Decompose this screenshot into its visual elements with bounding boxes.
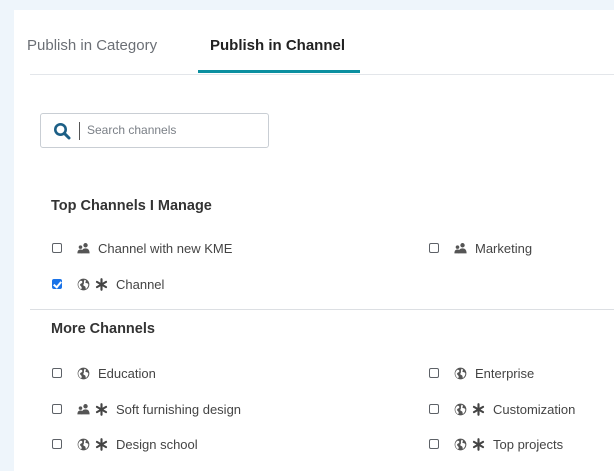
tab-publish-in-channel[interactable]: Publish in Channel (210, 36, 345, 56)
globe-icon (77, 438, 90, 451)
section-title-top-channels: Top Channels I Manage (51, 198, 212, 214)
asterisk-icon (472, 403, 485, 416)
channel-label: Marketing (475, 240, 533, 256)
checkbox[interactable] (429, 404, 439, 414)
channel-option-channel-with-new-kme[interactable]: Channel with new KME (52, 239, 232, 257)
group-icon (77, 403, 90, 416)
active-tab-indicator (198, 70, 360, 73)
asterisk-icon (95, 438, 108, 451)
checkbox[interactable] (429, 368, 439, 378)
asterisk-icon (95, 278, 108, 291)
section-title-more-channels: More Channels (51, 321, 155, 337)
globe-icon (454, 367, 467, 380)
group-icon (454, 242, 467, 255)
search-box (40, 113, 269, 148)
globe-icon (454, 403, 467, 416)
checkbox-checked[interactable] (52, 279, 62, 289)
channel-option-soft-furnishing-design[interactable]: Soft furnishing design (52, 400, 241, 418)
channel-label: Customization (493, 401, 576, 417)
globe-icon (77, 367, 90, 380)
channel-option-education[interactable]: Education (52, 364, 156, 382)
channel-option-marketing[interactable]: Marketing (429, 239, 532, 257)
channel-label: Soft furnishing design (116, 401, 242, 417)
channel-option-design-school[interactable]: Design school (52, 435, 198, 453)
globe-icon (454, 438, 467, 451)
group-icon (77, 242, 90, 255)
globe-icon (77, 278, 90, 291)
channel-option-enterprise[interactable]: Enterprise (429, 364, 534, 382)
channel-label: Education (98, 365, 156, 381)
channel-label: Enterprise (475, 365, 535, 381)
checkbox[interactable] (429, 243, 439, 253)
search-icon[interactable] (53, 122, 71, 140)
checkbox[interactable] (52, 439, 62, 449)
publish-panel: Publish in Category Publish in Channel T… (14, 10, 614, 471)
section-divider (30, 309, 614, 310)
channel-label: Top projects (493, 436, 564, 452)
channel-option-customization[interactable]: Customization (429, 400, 575, 418)
checkbox[interactable] (52, 243, 62, 253)
checkbox[interactable] (429, 439, 439, 449)
asterisk-icon (95, 403, 108, 416)
channel-option-top-projects[interactable]: Top projects (429, 435, 563, 453)
checkbox[interactable] (52, 368, 62, 378)
channel-option-channel[interactable]: Channel (52, 275, 164, 293)
tab-publish-in-category[interactable]: Publish in Category (27, 36, 157, 56)
channel-label: Design school (116, 436, 198, 452)
channel-label: Channel with new KME (98, 240, 233, 256)
search-input[interactable] (87, 119, 257, 141)
asterisk-icon (472, 438, 485, 451)
checkbox[interactable] (52, 404, 62, 414)
channel-label: Channel (116, 276, 165, 292)
search-caret (79, 122, 80, 140)
